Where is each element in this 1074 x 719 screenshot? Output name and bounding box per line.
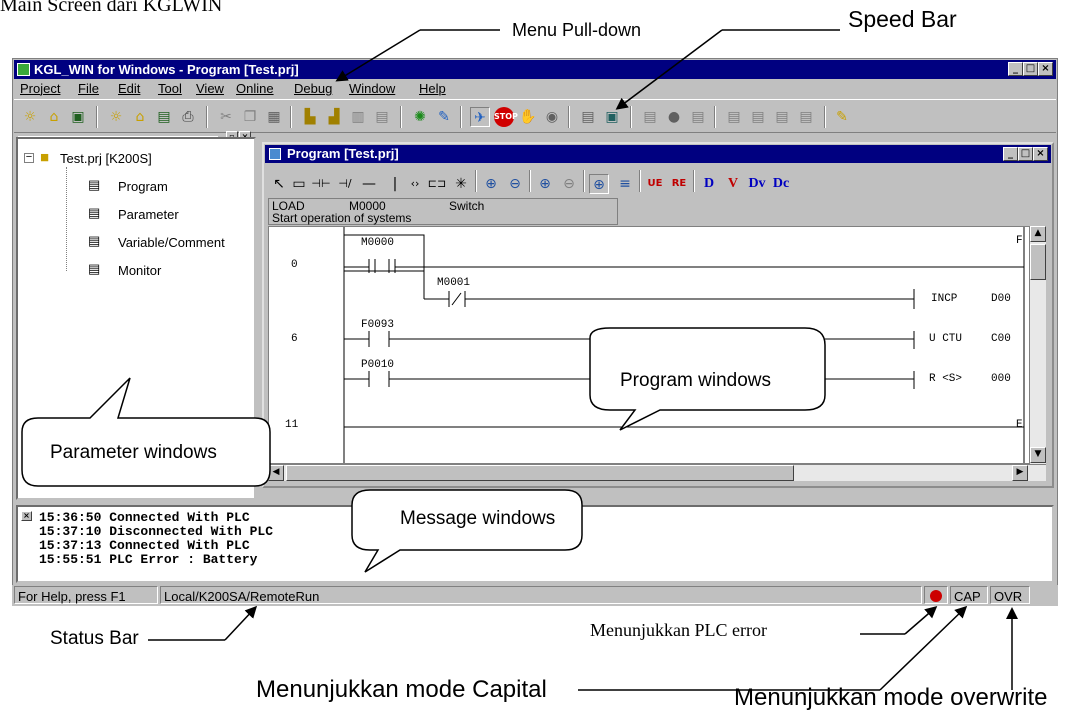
callout-menu-pulldown: Menu Pull-down [512,20,642,40]
callout-message-windows: Message windows [400,508,556,529]
callout-speed-bar: Speed Bar [848,6,957,32]
callout-mode-capital: Menunjukkan mode Capital [256,676,547,703]
annotation-arrows [21,29,1018,691]
callout-mode-overwrite: Menunjukkan mode overwrite [734,684,1048,711]
callout-plc-error: Menunjukkan PLC error [590,620,767,640]
callout-program-windows: Program windows [620,370,771,391]
callout-parameter-windows: Parameter windows [50,442,217,463]
callout-status-bar: Status Bar [50,628,139,649]
